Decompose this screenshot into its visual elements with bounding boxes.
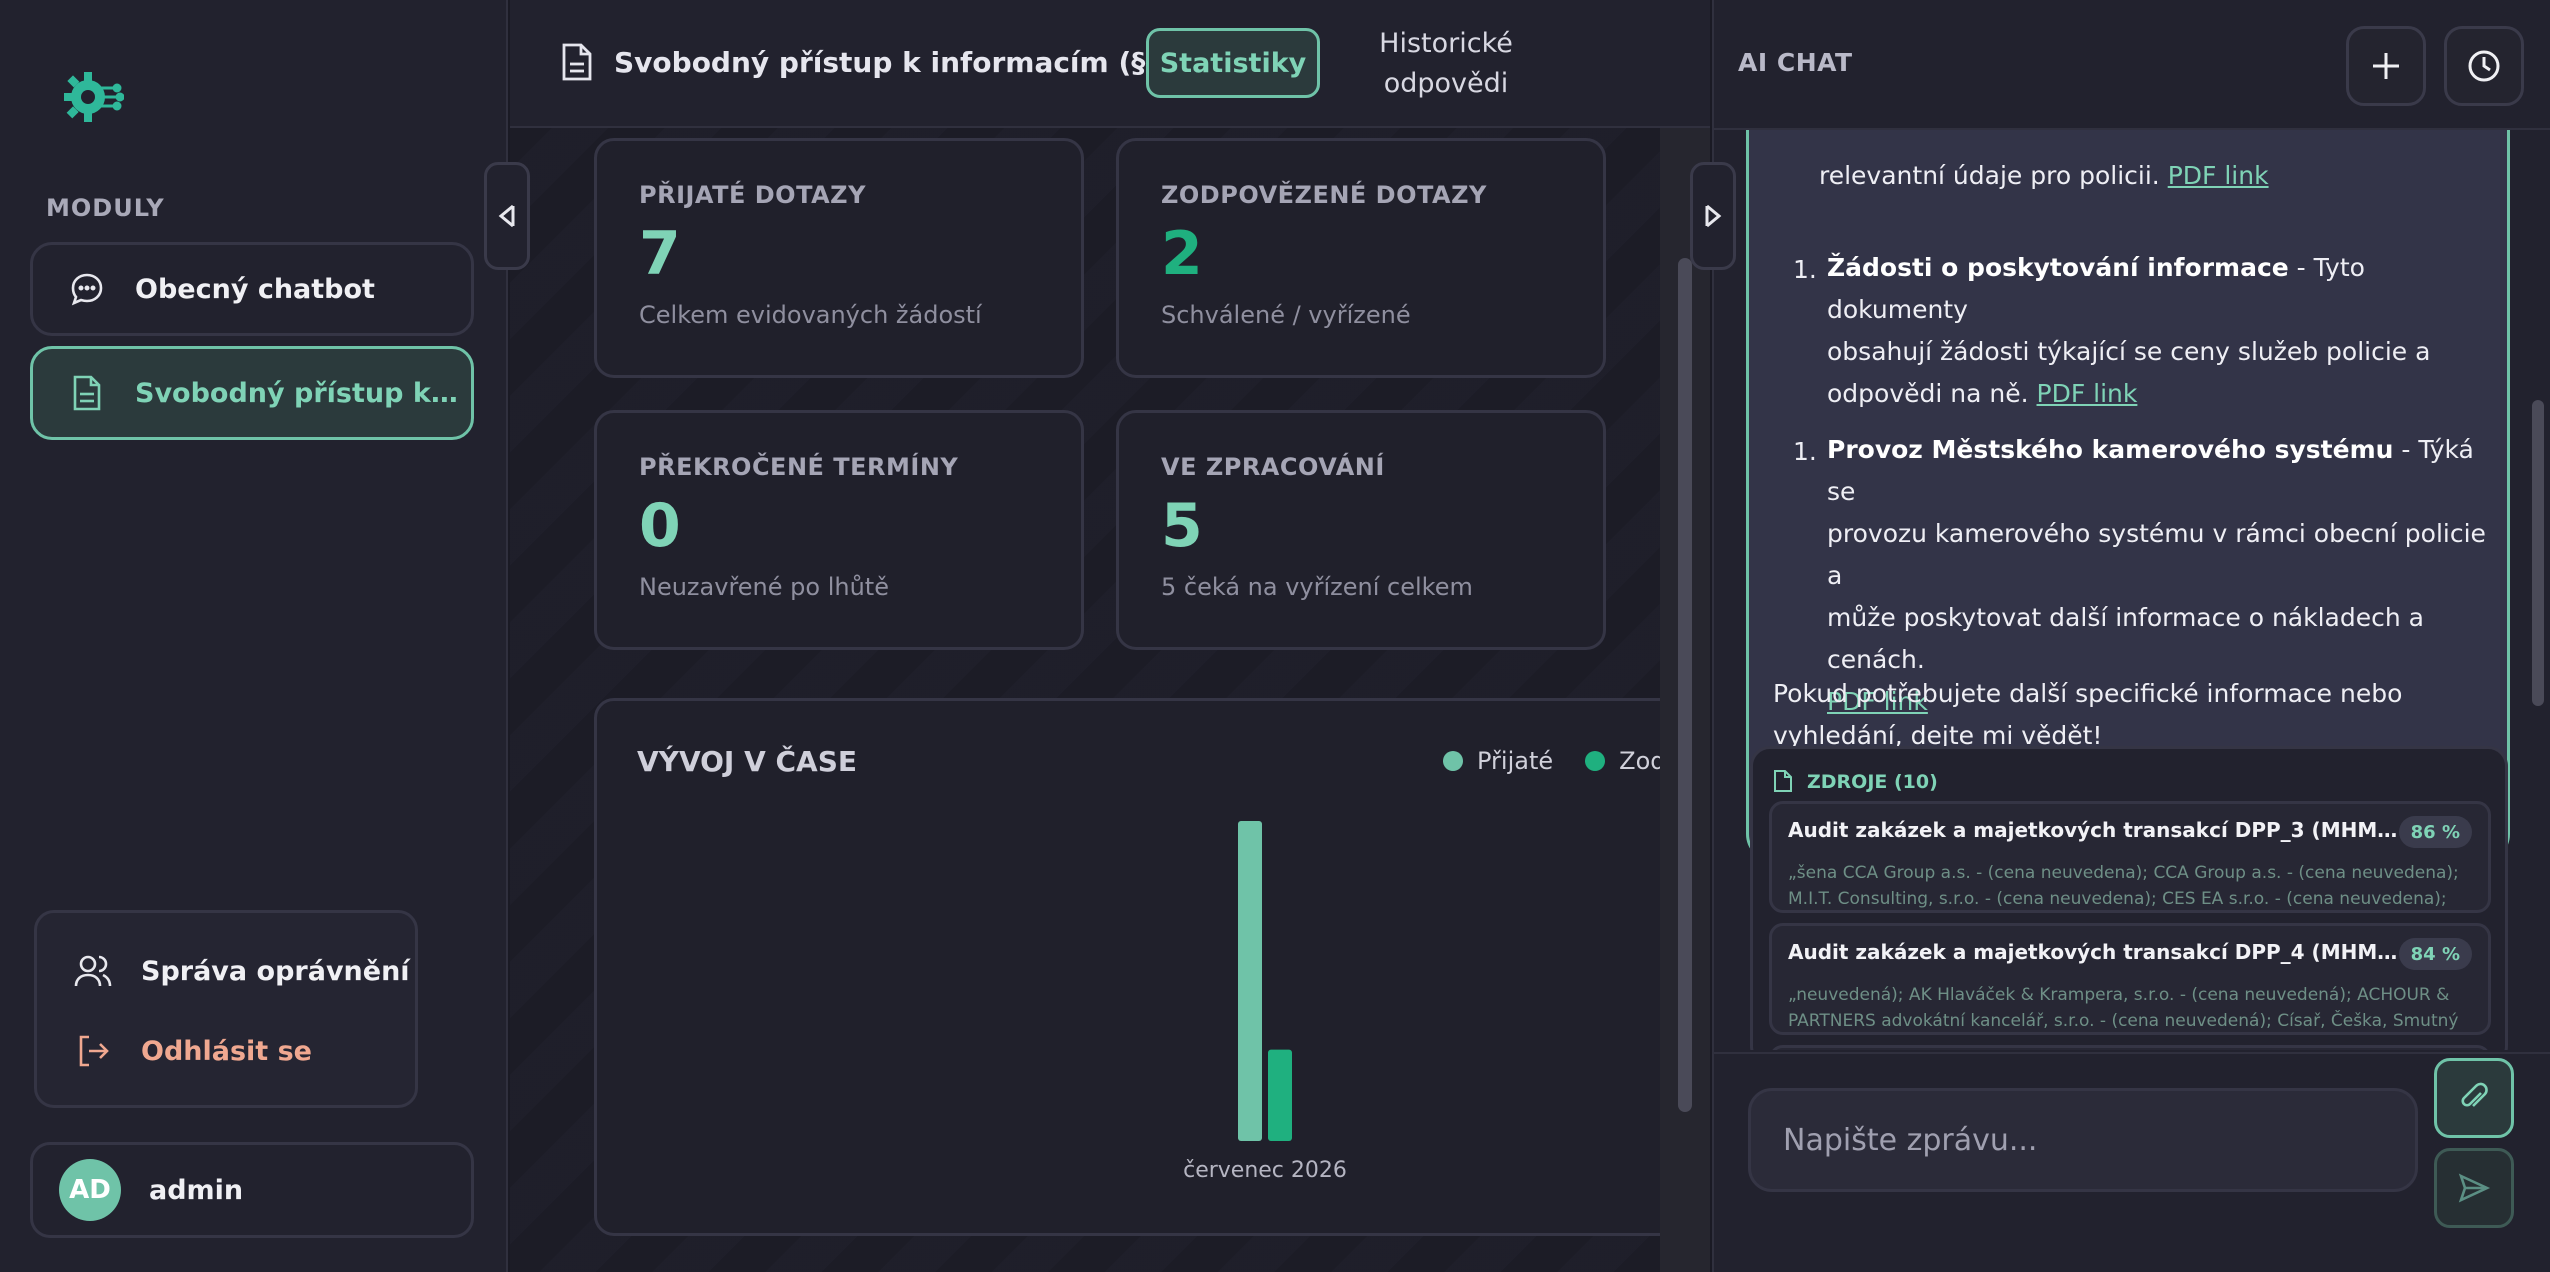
- stat-subtitle: 5 čeká na vyřízení celkem: [1161, 573, 1473, 601]
- app-root: MODULY Obecný chatbot Svobodný přístup k…: [0, 0, 2550, 1272]
- source-item[interactable]: Audit zakázek a majetkových transakcí DP…: [1769, 801, 2491, 913]
- message-text: Pokud potřebujete další specifické infor…: [1773, 679, 2403, 708]
- sidebar-item-label: Obecný chatbot: [135, 273, 375, 305]
- sidebar-item-label: Svobodný přístup k inf...: [135, 377, 465, 409]
- message-text: relevantní údaje pro policii.: [1819, 161, 2160, 190]
- document-icon: [1774, 770, 1792, 792]
- arrow-right-icon: [1705, 204, 1722, 228]
- stat-value: 2: [1161, 219, 1203, 289]
- statistics-content: PŘIJATÉ DOTAZY 7 Celkem evidovaných žádo…: [510, 128, 1694, 1272]
- send-button[interactable]: [2434, 1148, 2514, 1228]
- bar-received[interactable]: [1238, 821, 1262, 1141]
- tab-statistics[interactable]: Statistiky: [1146, 28, 1320, 98]
- avatar: AD: [59, 1159, 121, 1221]
- message-closing: Pokud potřebujete další specifické infor…: [1773, 673, 2402, 757]
- paperclip-icon: [2461, 1082, 2488, 1107]
- ai-chat-panel: AI CHAT relevantní údaje pro policii. PD…: [1712, 0, 2550, 1272]
- chat-bubble-icon: [67, 269, 107, 309]
- main-scrollbar-thumb[interactable]: [1678, 258, 1692, 1112]
- stat-subtitle: Neuzavřené po lhůtě: [639, 573, 889, 601]
- list-item-text: obsahují žádosti týkající se ceny služeb…: [1827, 337, 2431, 366]
- stat-card-answered: ZODPOVĚZENÉ DOTAZY 2 Schválené / vyřízen…: [1116, 138, 1606, 378]
- stat-value: 7: [639, 219, 681, 289]
- x-tick-label: červenec 2026: [1183, 1158, 1347, 1183]
- chat-input-area: [1714, 1052, 2550, 1272]
- sources-title: ZDROJE (10): [1807, 771, 1938, 793]
- sidebar: MODULY Obecný chatbot Svobodný přístup k…: [0, 0, 508, 1272]
- chat-messages: relevantní údaje pro policii. PDF link 1…: [1714, 130, 2550, 1050]
- list-item-title: Provoz Městského kamerového systému: [1827, 435, 2394, 464]
- source-excerpt: „neuvedená); AK Hlaváček & Krampera, s.r…: [1788, 985, 2459, 1031]
- list-item: Žádosti o poskytování informace - Tyto d…: [1827, 247, 2507, 415]
- user-name: admin: [149, 1174, 244, 1206]
- tab-history-line2: odpovědi: [1383, 68, 1509, 99]
- permissions-label: Správa oprávnění: [141, 955, 410, 987]
- logo-gear-icon: [64, 72, 124, 122]
- page-title: Svobodný přístup k informacím (§ 106): [614, 46, 1227, 79]
- document-icon: [562, 43, 592, 81]
- list-item-title: Žádosti o poskytování informace: [1827, 253, 2289, 282]
- stat-value: 5: [1161, 491, 1203, 561]
- chat-header: AI CHAT: [1714, 0, 2550, 130]
- sidebar-item-foi[interactable]: Svobodný přístup k inf...: [30, 346, 474, 440]
- source-item[interactable]: [1769, 1045, 2491, 1050]
- source-score-badge: 86 %: [2398, 816, 2472, 848]
- source-excerpt: „šena CCA Group a.s. - (cena neuvedena);…: [1788, 863, 2459, 909]
- source-item[interactable]: Audit zakázek a majetkových transakcí DP…: [1769, 923, 2491, 1035]
- timeline-chart-card: VÝVOJ V ČASE Přijaté Zodpo červenec 2026: [594, 698, 1694, 1236]
- list-item-text: může poskytovat další informace o náklad…: [1827, 603, 2424, 674]
- main-scrollbar[interactable]: [1660, 128, 1710, 1272]
- logout-icon: [73, 1031, 113, 1071]
- list-item-text: odpovědi na ně.: [1827, 379, 2029, 408]
- stat-card-overdue: PŘEKROČENÉ TERMÍNY 0 Neuzavřené po lhůtě: [594, 410, 1084, 650]
- document-icon: [67, 373, 107, 413]
- stat-card-received: PŘIJATÉ DOTAZY 7 Celkem evidovaných žádo…: [594, 138, 1084, 378]
- bottom-menu: Správa oprávnění Odhlásit se: [34, 910, 418, 1108]
- message-input[interactable]: [1748, 1088, 2418, 1192]
- attach-button[interactable]: [2434, 1058, 2514, 1138]
- main-content: Svobodný přístup k informacím (§ 106) St…: [510, 0, 1710, 1272]
- source-title: Audit zakázek a majetkových transakcí DP…: [1788, 940, 2398, 964]
- send-icon: [2458, 1173, 2491, 1203]
- user-profile[interactable]: AD admin: [30, 1142, 474, 1238]
- stat-card-processing: VE ZPRACOVÁNÍ 5 5 čeká na vyřízení celke…: [1116, 410, 1606, 650]
- message-line: relevantní údaje pro policii. PDF link: [1819, 155, 2269, 197]
- new-chat-button[interactable]: [2346, 26, 2426, 106]
- modules-title: MODULY: [46, 194, 165, 222]
- page-header: Svobodný přístup k informacím (§ 106) St…: [510, 0, 1710, 128]
- stat-title: PŘEKROČENÉ TERMÍNY: [639, 453, 959, 481]
- stat-subtitle: Celkem evidovaných žádostí: [639, 301, 982, 329]
- logout-label: Odhlásit se: [141, 1035, 312, 1067]
- list-number: 1.: [1793, 255, 1817, 284]
- sidebar-item-general-chatbot[interactable]: Obecný chatbot: [30, 242, 474, 336]
- clock-icon: [2468, 50, 2500, 82]
- tab-history-line1: Historické: [1379, 28, 1513, 59]
- stat-title: VE ZPRACOVÁNÍ: [1161, 453, 1385, 481]
- chart-plot: červenec 2026: [1183, 821, 1347, 1183]
- collapse-chat-button[interactable]: [1690, 162, 1736, 270]
- source-score-badge: 84 %: [2398, 938, 2472, 970]
- pdf-link[interactable]: PDF link: [2168, 161, 2269, 190]
- list-item-text: provozu kamerového systému v rámci obecn…: [1827, 519, 2486, 590]
- stat-title: PŘIJATÉ DOTAZY: [639, 181, 866, 209]
- permissions-menu-item[interactable]: Správa oprávnění: [73, 951, 410, 991]
- tab-history[interactable]: Historické odpovědi: [1356, 24, 1536, 104]
- list-number: 1.: [1793, 437, 1817, 466]
- plus-icon: [2373, 53, 2399, 79]
- arrow-left-icon: [498, 204, 515, 228]
- source-title: Audit zakázek a majetkových transakcí DP…: [1788, 818, 2398, 842]
- stat-subtitle: Schválené / vyřízené: [1161, 301, 1411, 329]
- chat-scrollbar-thumb[interactable]: [2532, 400, 2544, 706]
- logout-button[interactable]: Odhlásit se: [73, 1031, 312, 1071]
- sources-panel: ZDROJE (10) Audit zakázek a majetkových …: [1750, 746, 2508, 1050]
- users-icon: [73, 951, 113, 991]
- collapse-sidebar-button[interactable]: [484, 162, 530, 270]
- bar-answered[interactable]: [1268, 1049, 1292, 1141]
- pdf-link[interactable]: PDF link: [2037, 379, 2138, 408]
- history-button[interactable]: [2444, 26, 2524, 106]
- stat-value: 0: [639, 491, 681, 561]
- stat-title: ZODPOVĚZENÉ DOTAZY: [1161, 181, 1487, 209]
- chat-title: AI CHAT: [1738, 48, 1853, 77]
